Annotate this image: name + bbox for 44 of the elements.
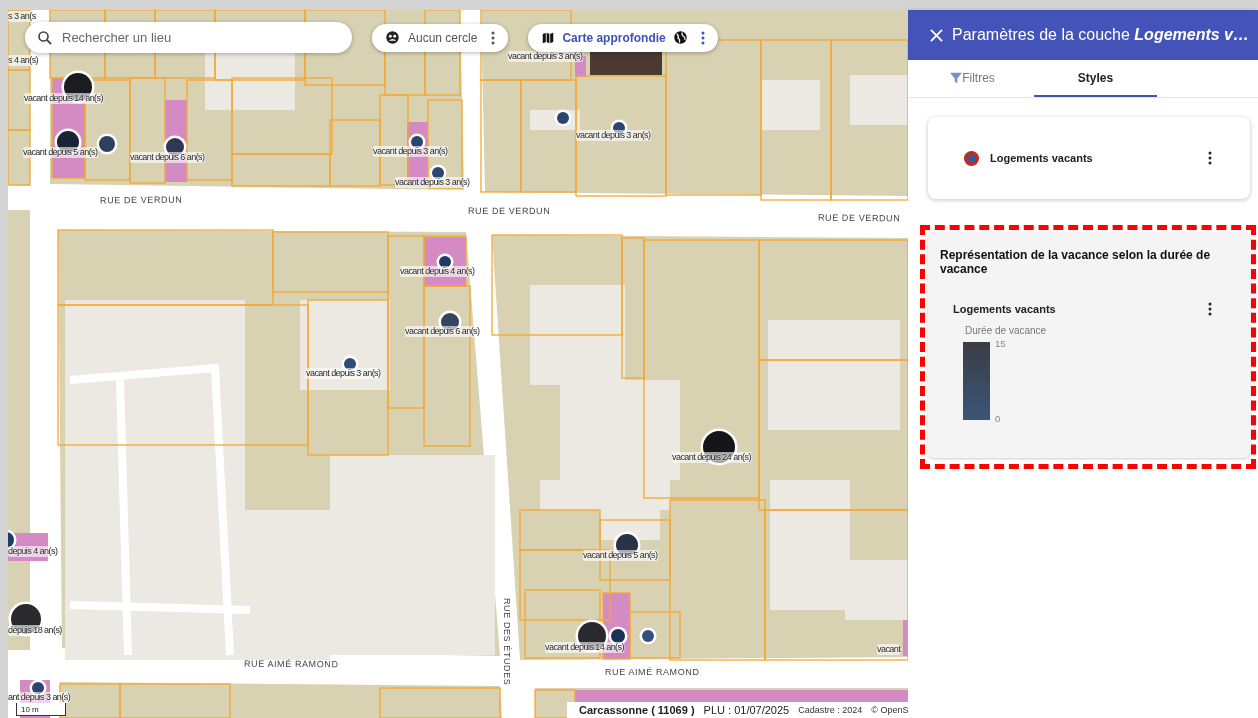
map-marker[interactable] xyxy=(557,112,569,124)
style-title: Représentation de la vacance selon la durée de vacance xyxy=(940,248,1212,276)
legend-min: 0 xyxy=(995,413,1002,424)
map-marker[interactable] xyxy=(611,629,625,643)
layer-name: Logements vacants xyxy=(990,152,1094,164)
street-name: RUE AIMÉ RAMOND xyxy=(605,667,700,677)
plu-date: PLU : 01/07/2025 xyxy=(703,704,790,716)
map-marker[interactable] xyxy=(344,358,356,370)
map-marker[interactable] xyxy=(32,682,44,694)
people-circle-icon xyxy=(385,30,400,45)
map-marker[interactable] xyxy=(411,136,423,148)
street-name: RUE DE VERDUN xyxy=(468,205,551,217)
street-name: RUE AIMÉ RAMOND xyxy=(243,658,339,670)
close-icon[interactable] xyxy=(930,28,943,42)
street-name: RUE DE VERDUN xyxy=(99,194,183,206)
more-icon[interactable] xyxy=(491,30,496,45)
tab[interactable]: Styles xyxy=(1034,60,1157,97)
basemap-chip[interactable]: Carte approfondie xyxy=(528,23,718,52)
search-icon xyxy=(36,29,54,47)
tab[interactable]: Filtres xyxy=(911,60,1034,97)
more-icon[interactable] xyxy=(1208,151,1212,165)
circle-filter-chip[interactable]: Aucun cercle xyxy=(372,23,509,52)
map-marker[interactable] xyxy=(99,136,115,152)
search-field[interactable]: Rechercher un lieu xyxy=(25,22,352,53)
map-icon xyxy=(541,30,556,45)
copyright-text: © OpenS xyxy=(871,705,908,715)
filter-icon xyxy=(950,71,963,84)
more-icon[interactable] xyxy=(700,30,705,45)
street-name: RUE DES ÉTUDES xyxy=(502,598,512,686)
commune-label: Carcassonne ( 11069 ) xyxy=(579,704,695,716)
street-name: RUE DE VERDUN xyxy=(817,212,901,224)
map-marker[interactable] xyxy=(439,256,451,268)
legend-title: Durée de vacance xyxy=(965,325,1048,336)
layer-dot-icon xyxy=(963,149,980,167)
globe-icon[interactable] xyxy=(672,30,688,45)
map-marker[interactable] xyxy=(642,630,654,642)
panel-title: Paramètres de la couche Logements v… xyxy=(952,26,1249,44)
legend-max: 15 xyxy=(995,338,1006,349)
more-icon[interactable] xyxy=(1208,302,1212,316)
scale-bar: 10 m xyxy=(16,703,66,716)
map-marker[interactable] xyxy=(432,167,444,179)
layer-name: Logements vacants xyxy=(953,303,1056,315)
cadastre-year: Cadastre : 2024 xyxy=(798,705,863,715)
map-label: vacant xyxy=(877,644,901,655)
